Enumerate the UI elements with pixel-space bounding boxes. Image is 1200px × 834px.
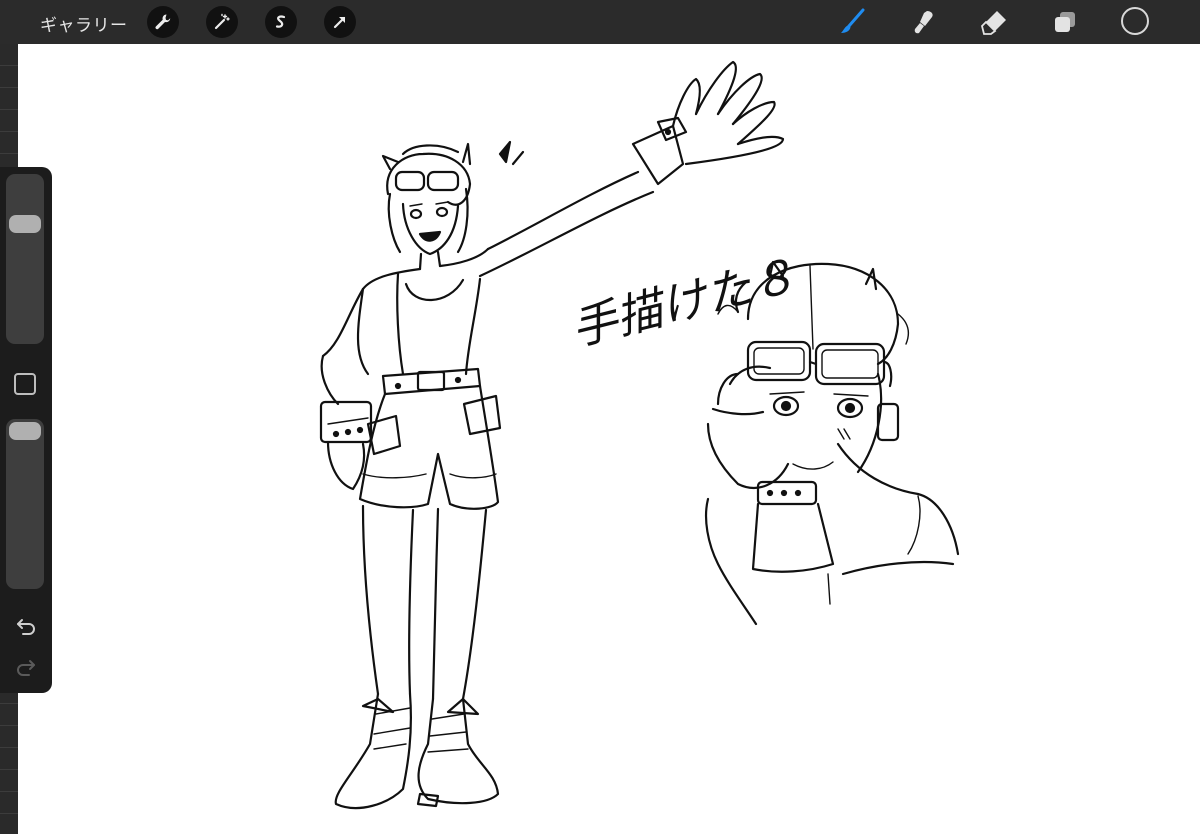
opacity-slider[interactable] bbox=[6, 419, 44, 589]
left-sidebar bbox=[0, 167, 52, 693]
brush-size-handle[interactable] bbox=[9, 214, 41, 233]
layers-icon[interactable] bbox=[1049, 6, 1081, 38]
brush-icon[interactable] bbox=[836, 6, 868, 38]
top-toolbar: ギャラリー bbox=[0, 0, 1200, 44]
smudge-icon[interactable] bbox=[907, 6, 939, 38]
line-art-drawing: 手描けた８ bbox=[319, 60, 960, 809]
transform-arrow-icon[interactable] bbox=[324, 6, 356, 38]
color-picker-button[interactable] bbox=[1121, 7, 1149, 35]
drawing-canvas[interactable]: 手描けた８ bbox=[18, 44, 1200, 834]
brush-size-slider[interactable] bbox=[6, 174, 44, 344]
eraser-icon[interactable] bbox=[978, 6, 1010, 38]
handwritten-text: 手描けた８ bbox=[566, 248, 802, 356]
magic-wand-icon[interactable] bbox=[206, 6, 238, 38]
redo-icon[interactable] bbox=[13, 655, 39, 679]
gallery-button[interactable]: ギャラリー bbox=[40, 11, 128, 36]
undo-icon[interactable] bbox=[13, 614, 39, 638]
wrench-icon[interactable] bbox=[147, 6, 179, 38]
selection-icon[interactable] bbox=[265, 6, 297, 38]
opacity-handle[interactable] bbox=[9, 422, 41, 440]
modify-square-icon[interactable] bbox=[14, 373, 36, 395]
